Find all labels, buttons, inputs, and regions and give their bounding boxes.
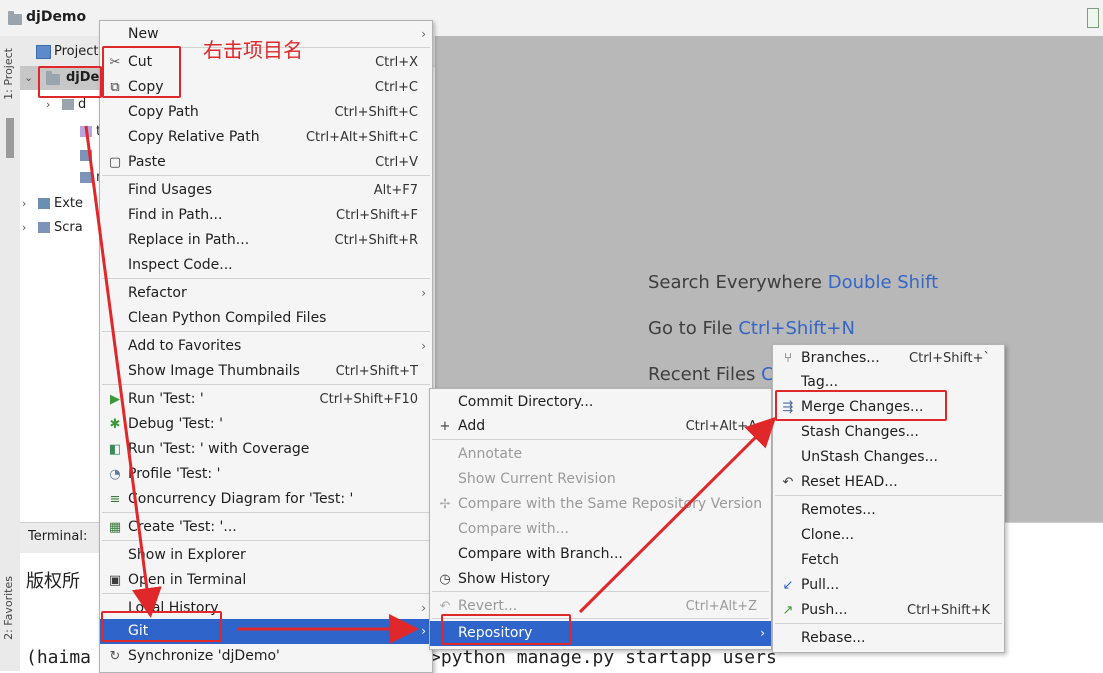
- annotation-arrows: [84, 125, 777, 644]
- arrow-root-to-git: [84, 125, 162, 618]
- arrow-repository-to-merge: [578, 416, 777, 614]
